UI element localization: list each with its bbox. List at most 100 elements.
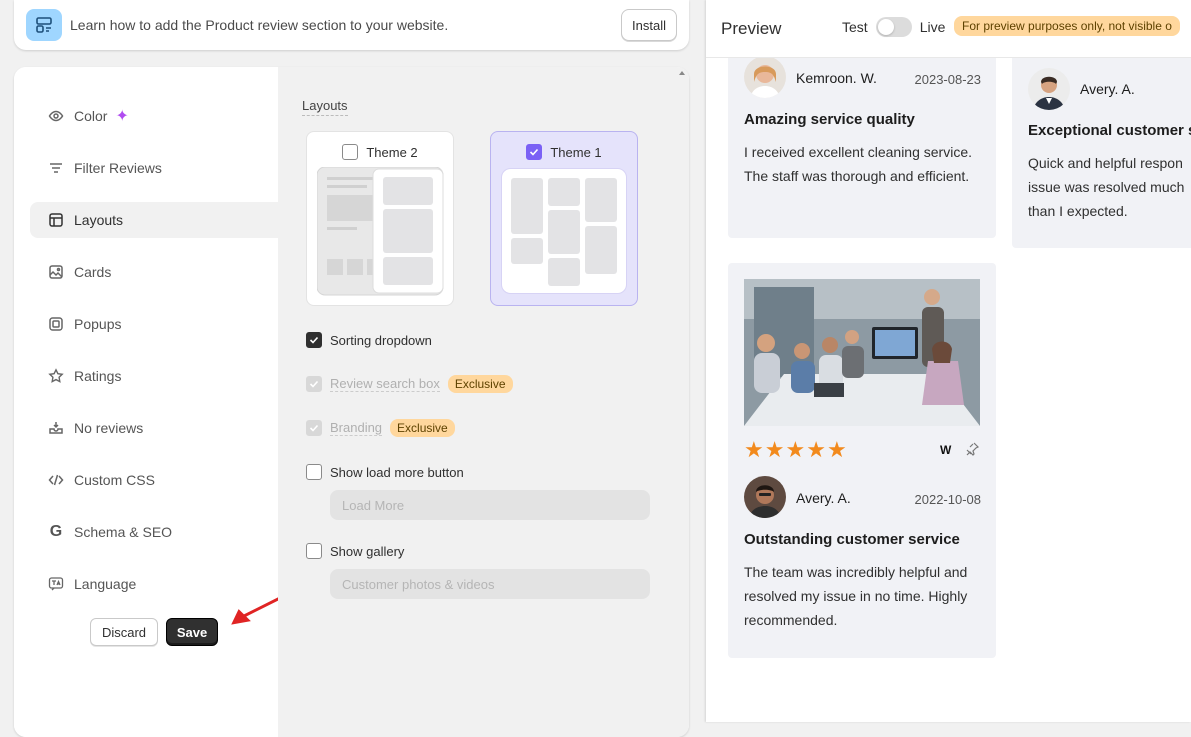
- exclusive-badge: Exclusive: [390, 419, 455, 437]
- review-title: Amazing service quality: [744, 111, 915, 128]
- review-search-option: Review search box Exclusive: [306, 375, 513, 393]
- inbox-icon: [47, 419, 65, 437]
- review-search-label: Review search box: [330, 376, 440, 392]
- theme-1-thumbnail: [501, 168, 627, 294]
- gallery-checkbox[interactable]: [306, 543, 322, 559]
- section-title: Layouts: [302, 98, 348, 116]
- sidebar-item-schema-seo[interactable]: G Schema & SEO: [30, 514, 278, 550]
- settings-panel: Color ✦ Filter Reviews Layouts Cards Pop…: [14, 67, 689, 737]
- sidebar-item-ratings[interactable]: Ratings: [30, 358, 278, 394]
- sidebar-item-no-reviews[interactable]: No reviews: [30, 410, 278, 446]
- sidebar: Color ✦ Filter Reviews Layouts Cards Pop…: [14, 67, 278, 737]
- load-more-input: Load More: [330, 490, 650, 520]
- review-card: Kemroon. W. 2023-08-23 Amazing service q…: [728, 40, 996, 238]
- load-more-checkbox[interactable]: [306, 464, 322, 480]
- translate-icon: [47, 575, 65, 593]
- eye-icon: [47, 107, 65, 125]
- theme-1-card[interactable]: Theme 1: [490, 131, 638, 306]
- popup-icon: [47, 315, 65, 333]
- layout-icon: [47, 211, 65, 229]
- sidebar-item-label: Language: [74, 576, 137, 592]
- scroll-up-icon[interactable]: [679, 71, 685, 75]
- gallery-label: Show gallery: [330, 543, 405, 559]
- star-icon: ★: [764, 437, 785, 462]
- filter-lines-icon: [47, 159, 65, 177]
- sparkle-icon: ✦: [115, 108, 129, 125]
- sorting-dropdown-checkbox[interactable]: [306, 332, 322, 348]
- install-button[interactable]: Install: [621, 9, 677, 41]
- image-card-icon: [47, 263, 65, 281]
- sidebar-item-label: Ratings: [74, 368, 122, 384]
- sidebar-item-custom-css[interactable]: Custom CSS: [30, 462, 278, 498]
- layouts-content: Layouts Theme 2 Theme 1 Sorting dropdown…: [278, 67, 689, 737]
- review-title: Outstanding customer service: [744, 531, 960, 548]
- test-live-switch[interactable]: [875, 17, 912, 37]
- toggle-left-label: Test: [842, 19, 868, 35]
- gallery-input: Customer photos & videos: [330, 569, 650, 599]
- sidebar-item-label: Popups: [74, 316, 122, 332]
- star-icon: ★: [826, 437, 847, 462]
- google-g-icon: G: [49, 523, 63, 540]
- exclusive-badge: Exclusive: [447, 375, 513, 393]
- avatar: [1028, 68, 1070, 110]
- reviewer-name: Avery. A.: [1080, 81, 1135, 97]
- banner-text: Learn how to add the Product review sect…: [70, 17, 449, 33]
- sidebar-item-label: Layouts: [74, 212, 124, 228]
- test-live-toggle: Test Live: [842, 17, 945, 37]
- toggle-right-label: Live: [919, 19, 946, 35]
- theme-2-thumbnail: [317, 167, 444, 296]
- star-outline-icon: [47, 367, 65, 385]
- review-body: I received excellent cleaning service. T…: [744, 144, 973, 184]
- star-icon: ★: [744, 437, 764, 462]
- preview-title: Preview: [721, 18, 782, 38]
- theme-label: Theme 1: [550, 144, 602, 160]
- sidebar-item-filter-reviews[interactable]: Filter Reviews: [30, 150, 278, 186]
- reviewer-name: Kemroon. W.: [796, 70, 877, 86]
- review-title: Exceptional customer s: [1028, 122, 1191, 139]
- load-more-option[interactable]: Show load more button: [306, 464, 464, 480]
- sidebar-item-label: Custom CSS: [74, 472, 155, 488]
- branding-checkbox: [306, 420, 322, 436]
- load-more-label: Show load more button: [330, 464, 464, 480]
- theme-2-checkbox[interactable]: [342, 144, 359, 160]
- discard-button[interactable]: Discard: [90, 618, 158, 646]
- theme-2-card[interactable]: Theme 2: [306, 131, 454, 306]
- star-rating: ★ ★ ★ ★ ★: [744, 439, 848, 461]
- sidebar-item-color[interactable]: Color ✦: [30, 98, 278, 134]
- star-icon: ★: [785, 437, 806, 462]
- reviewer-name: Avery. A.: [796, 490, 851, 506]
- brand-logo-icon: W: [940, 443, 951, 457]
- code-icon: [47, 471, 65, 489]
- preview-note-badge: For preview purposes only, not visible o: [954, 16, 1180, 36]
- sidebar-item-label: Schema & SEO: [74, 524, 173, 540]
- review-date: 2022-10-08: [914, 492, 982, 507]
- review-search-checkbox: [306, 376, 322, 392]
- gallery-option[interactable]: Show gallery: [306, 543, 404, 559]
- theme-1-checkbox[interactable]: [526, 144, 543, 160]
- pin-icon[interactable]: [964, 441, 980, 462]
- save-button[interactable]: Save: [166, 618, 218, 646]
- sorting-dropdown-option[interactable]: Sorting dropdown: [306, 332, 432, 348]
- sidebar-item-cards[interactable]: Cards: [30, 254, 278, 290]
- preview-panel: Preview Test Live For preview purposes o…: [706, 0, 1191, 722]
- sidebar-item-label: Color: [74, 108, 108, 124]
- branding-label: Branding: [330, 420, 383, 436]
- layout-block-icon: [26, 9, 62, 41]
- sorting-dropdown-label: Sorting dropdown: [330, 332, 432, 348]
- sidebar-item-layouts[interactable]: Layouts: [30, 202, 278, 238]
- review-photo: [744, 279, 980, 426]
- avatar: [744, 56, 786, 98]
- review-card: Avery. A. Exceptional customer s Quick a…: [1012, 40, 1191, 248]
- sidebar-item-label: Cards: [74, 264, 112, 280]
- review-card: ★ ★ ★ ★ ★ W Avery. A. 2022-10-08 Outstanding…: [728, 263, 996, 658]
- sidebar-item-label: No reviews: [74, 420, 144, 436]
- review-date: 2023-08-23: [914, 72, 982, 87]
- branding-option: Branding Exclusive: [306, 419, 455, 437]
- sidebar-item-label: Filter Reviews: [74, 160, 162, 176]
- theme-label: Theme 2: [366, 144, 418, 160]
- review-body: The team was incredibly helpful and reso…: [744, 564, 968, 628]
- star-icon: ★: [806, 437, 826, 462]
- install-banner: Learn how to add the Product review sect…: [14, 0, 689, 50]
- review-body: Quick and helpful respon issue was resol…: [1028, 155, 1185, 219]
- sidebar-item-popups[interactable]: Popups: [30, 306, 278, 342]
